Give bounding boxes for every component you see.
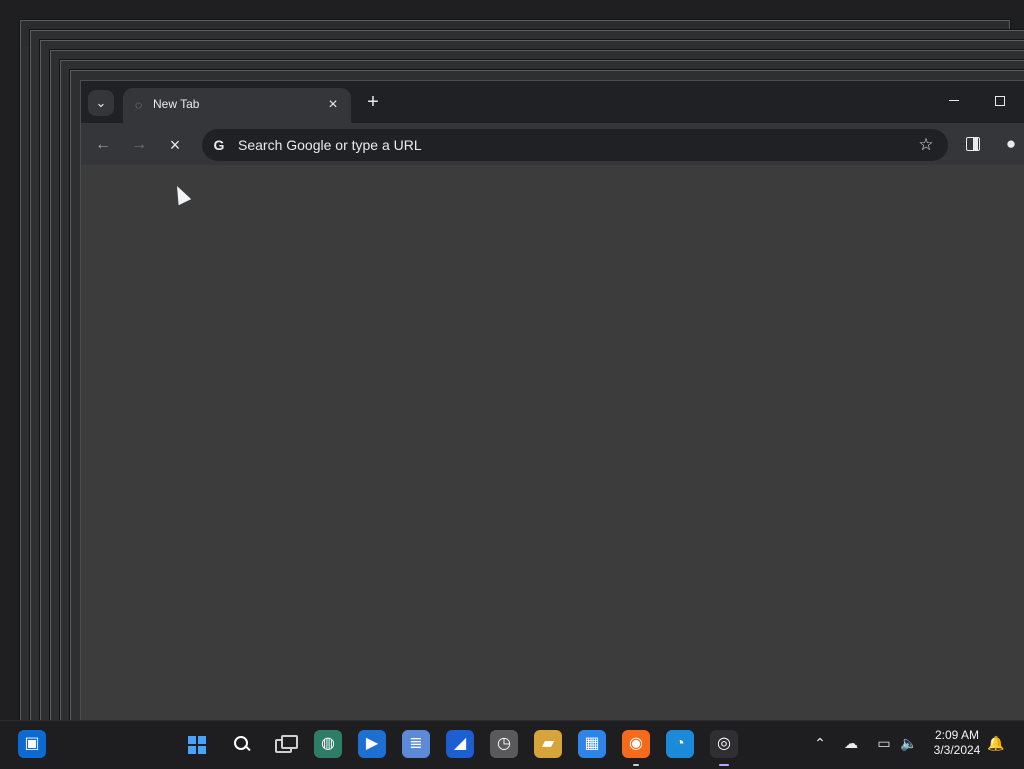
tab-title: New Tab xyxy=(153,97,200,111)
address-placeholder: Search Google or type a URL xyxy=(238,137,422,153)
firefox-icon[interactable]: ◉ xyxy=(622,730,650,758)
display-icon[interactable]: ▭ xyxy=(872,731,896,755)
store-icon[interactable]: ▦ xyxy=(578,730,606,758)
start-icon[interactable] xyxy=(182,730,210,758)
maximize-button[interactable] xyxy=(990,91,1010,111)
google-icon: G xyxy=(213,137,225,153)
address-bar[interactable]: G Search Google or type a URL ☆ xyxy=(202,129,948,161)
taskbar: ▣ ◍ ▶ ≣ ◢ ◷ ▰ ▦ ◉ ◔ ◎ ⌃ ☁ ▭ 🔈 2:09 AM 3/… xyxy=(0,720,1024,769)
back-arrow-icon[interactable]: ← xyxy=(89,131,117,159)
clock-date: 3/3/2024 xyxy=(933,743,981,757)
clock[interactable]: 2:09 AM 3/3/2024 xyxy=(929,728,985,758)
new-tab-button[interactable]: + xyxy=(361,90,385,114)
photos-icon[interactable]: ◢ xyxy=(446,730,474,758)
firefox-running-indicator xyxy=(633,764,639,766)
tab-strip: ⌄ ◌ New Tab × + xyxy=(81,81,1024,123)
chevron-up-icon[interactable]: ⌃ xyxy=(808,731,832,755)
new-tab-favicon-icon: ◌ xyxy=(135,98,143,112)
cloud-off-icon[interactable]: ☁ xyxy=(839,731,863,755)
profile-icon[interactable]: ● xyxy=(1001,134,1021,154)
chrome-window: ⌄ ◌ New Tab × + ← → × G Search Google or… xyxy=(80,80,1024,720)
notepad-icon[interactable]: ≣ xyxy=(402,730,430,758)
notification-bell-icon[interactable]: 🔔 xyxy=(984,731,1008,755)
chrome-icon[interactable]: ◎ xyxy=(710,730,738,758)
browser-toolbar: ← → × G Search Google or type a URL ☆ ● xyxy=(81,123,1024,165)
media-app-icon[interactable]: ▶ xyxy=(358,730,386,758)
file-explorer-icon[interactable]: ▰ xyxy=(534,730,562,758)
chrome-active-indicator xyxy=(719,764,729,766)
clock-time: 2:09 AM xyxy=(934,728,980,742)
task-view-icon[interactable] xyxy=(270,730,298,758)
volume-muted-icon[interactable]: 🔈 xyxy=(897,731,921,755)
side-panel-icon[interactable] xyxy=(965,136,981,152)
desktop: ⌄ ◌ New Tab × + ← → × G Search Google or… xyxy=(0,0,1024,720)
close-tab-icon[interactable]: × xyxy=(323,95,343,115)
tab-search-button[interactable]: ⌄ xyxy=(88,90,114,116)
page-content xyxy=(81,165,1024,720)
search-icon[interactable] xyxy=(227,730,255,758)
clock-app-icon[interactable]: ◷ xyxy=(490,730,518,758)
forward-arrow-icon[interactable]: → xyxy=(125,131,153,159)
stop-loading-icon[interactable]: × xyxy=(161,131,189,159)
map-app-icon[interactable]: ◍ xyxy=(314,730,342,758)
minimize-button[interactable] xyxy=(944,91,964,111)
bookmark-star-icon[interactable]: ☆ xyxy=(916,135,936,155)
edge-icon[interactable]: ◔ xyxy=(666,730,694,758)
widgets-icon[interactable]: ▣ xyxy=(18,730,46,758)
active-tab[interactable]: ◌ New Tab × xyxy=(123,88,351,123)
